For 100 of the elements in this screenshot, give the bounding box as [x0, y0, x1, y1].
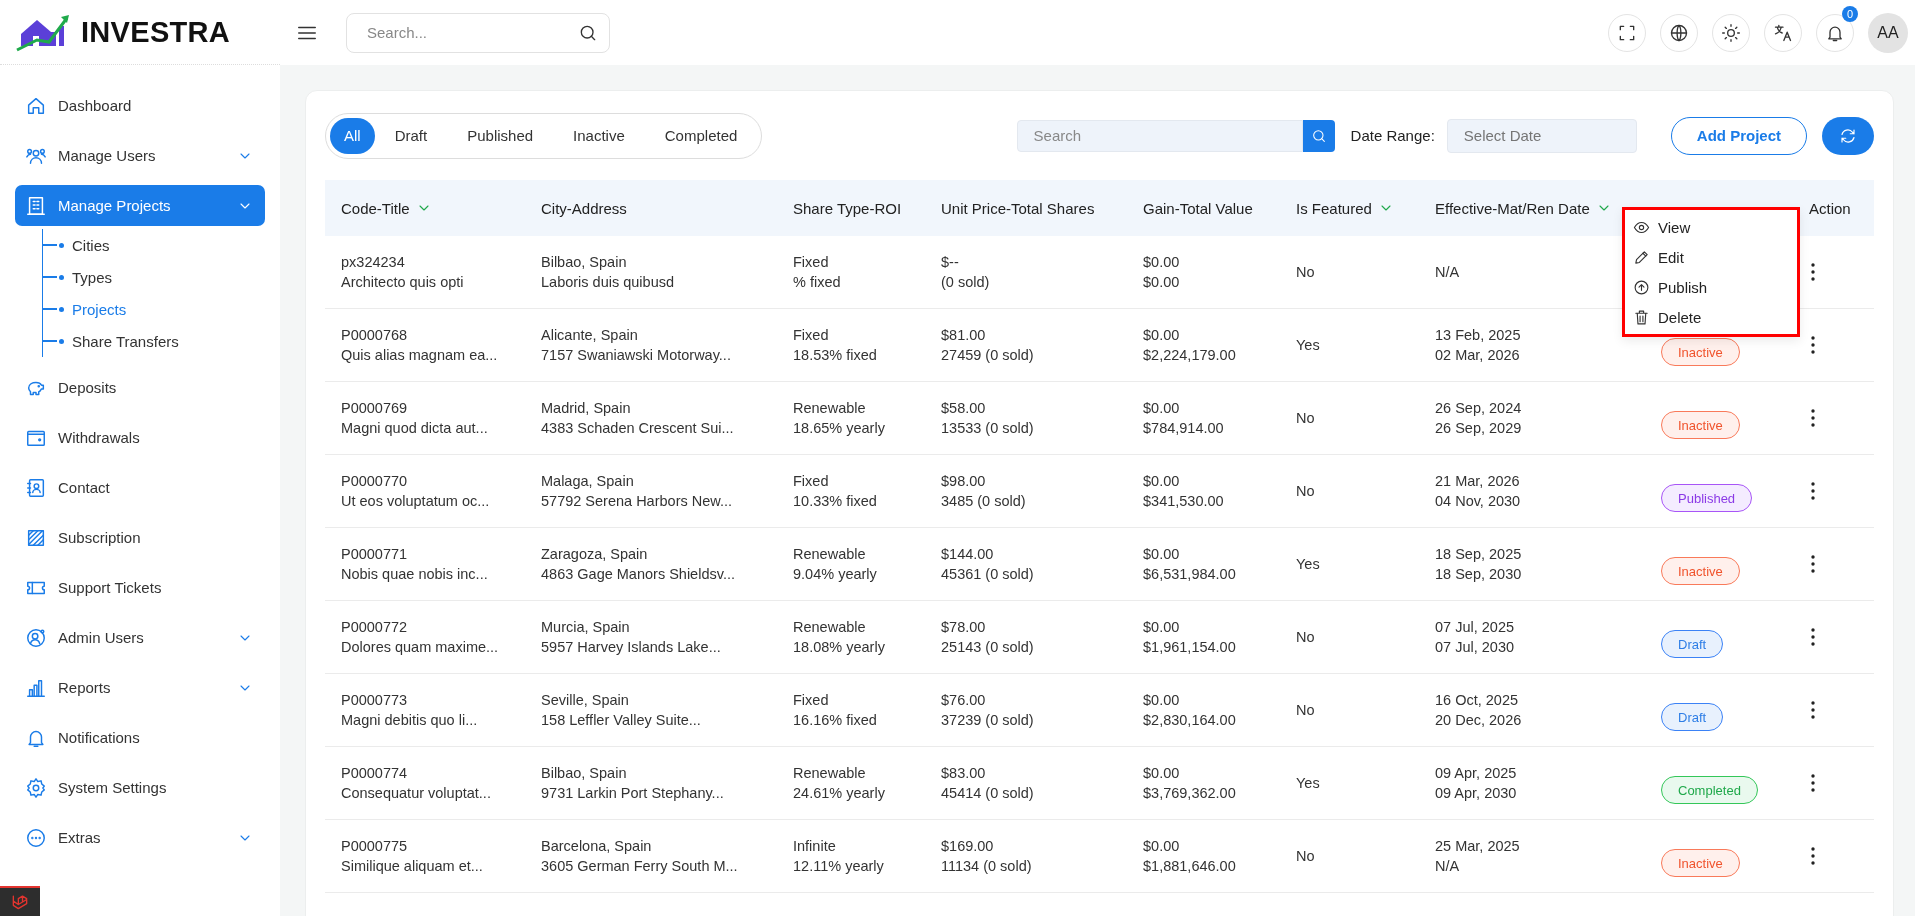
search-field[interactable]: Search: [1016, 119, 1303, 152]
table-cell-text: 02 Mar, 2026: [1435, 347, 1521, 363]
cube-icon: [10, 892, 30, 912]
sidebar-item[interactable]: Deposits: [15, 367, 265, 408]
menu-item[interactable]: Delete: [1625, 302, 1797, 332]
globe-icon: [1669, 22, 1689, 43]
submenu-item[interactable]: Share Transfers: [43, 325, 265, 357]
sidebar-item[interactable]: Manage Projects: [15, 185, 265, 226]
table-cell-text: Yes: [1296, 556, 1321, 572]
table-cell-text: $0.00: [1143, 838, 1181, 854]
table-cell-text: $1,961,154.00: [1143, 639, 1237, 655]
sidebar-item[interactable]: Support Tickets: [15, 567, 265, 608]
sun-button[interactable]: [1712, 13, 1750, 52]
table-cell-text: P0000769: [341, 400, 409, 416]
table-cell-text: 13 Feb, 2025: [1435, 327, 1522, 343]
status-tab[interactable]: Draft: [374, 117, 448, 154]
debug-bar-button[interactable]: [0, 886, 40, 916]
notification-count: 0: [1842, 5, 1858, 22]
table-cell-text: $0.00: [1143, 473, 1181, 489]
table-cell-text: Similique aliquam et...: [341, 858, 484, 874]
table-cell-text: No: [1296, 848, 1316, 864]
status-tab[interactable]: All: [330, 117, 375, 154]
column-header: Gain-Total Value: [1142, 199, 1254, 217]
search-field[interactable]: Search...: [346, 12, 610, 53]
table-cell-text: 07 Jul, 2030: [1435, 639, 1515, 655]
table-cell-text: $0.00: [1143, 254, 1181, 270]
building-icon: [25, 194, 47, 217]
table-cell-text: $341,530.00: [1143, 493, 1225, 509]
table-cell-text: $2,830,164.00: [1143, 712, 1237, 728]
submenu-item[interactable]: Types: [43, 261, 265, 293]
sidebar-item[interactable]: Reports: [15, 667, 265, 708]
sidebar-item[interactable]: Notifications: [15, 717, 265, 758]
add-project-button[interactable]: Add Project: [1670, 116, 1807, 155]
submenu-item[interactable]: Projects: [43, 293, 265, 325]
table-cell-text: 18 Sep, 2030: [1435, 566, 1523, 582]
table-cell-text: $0.00: [1143, 327, 1181, 343]
table-cell-text: No: [1296, 629, 1316, 645]
table-cell-text: $3,769,362.00: [1143, 785, 1237, 801]
refresh-button[interactable]: [1822, 116, 1874, 155]
table-cell-text: Yes: [1296, 337, 1321, 353]
column-header[interactable]: Is Featured: [1280, 199, 1419, 217]
table-cell-text: $0.00: [1143, 619, 1181, 635]
status-badge: Inactive: [1661, 338, 1740, 366]
date-field[interactable]: Select Date: [1446, 118, 1637, 153]
table-cell-text: $169.00: [941, 838, 995, 854]
table-cell-text: 18 Sep, 2025: [1435, 546, 1523, 562]
sidebar-item[interactable]: Subscription: [15, 517, 265, 558]
table-cell-text: 158 Leffler Valley Suite...: [541, 712, 702, 728]
table-cell-text: 4863 Gage Manors Shieldsv...: [541, 566, 736, 582]
search-icon: [1310, 127, 1327, 144]
table-cell-text: Laboris duis quibusd: [541, 274, 675, 290]
menu-item[interactable]: Publish: [1625, 272, 1797, 302]
user-gear-icon: [25, 626, 47, 649]
search-button[interactable]: [1302, 119, 1335, 152]
table-cell-text: Fixed: [793, 327, 830, 343]
more-icon: [25, 826, 47, 849]
status-tab[interactable]: Completed: [644, 117, 758, 154]
refresh-icon: [1839, 126, 1857, 145]
sidebar-item[interactable]: Extras: [15, 817, 265, 858]
table-cell-text: Nobis quae nobis inc...: [341, 566, 489, 582]
sidebar-item[interactable]: Withdrawals: [15, 417, 265, 458]
status-tab[interactable]: Published: [447, 117, 554, 154]
table-cell-text: 25 Mar, 2025: [1435, 838, 1521, 854]
table-cell-text: 37239 (0 sold): [941, 712, 1035, 728]
table-cell-text: 12.11% yearly: [793, 858, 885, 874]
table-cell-text: 21 Mar, 2026: [1435, 473, 1521, 489]
table-cell-text: No: [1296, 264, 1316, 280]
table-cell-text: $2,224,179.00: [1143, 347, 1237, 363]
table-cell-text: Renewable: [793, 400, 867, 416]
sidebar-item[interactable]: Contact: [15, 467, 265, 508]
sidebar-item[interactable]: Dashboard: [15, 85, 265, 126]
translate-button[interactable]: [1764, 13, 1802, 52]
sidebar-item[interactable]: Admin Users: [15, 617, 265, 658]
table-cell-text: P0000772: [341, 619, 409, 635]
table-cell-text: Bilbao, Spain: [541, 765, 628, 781]
table-cell-text: 45414 (0 sold): [941, 785, 1035, 801]
sidebar-item[interactable]: System Settings: [15, 767, 265, 808]
sidebar-item[interactable]: Manage Users: [15, 135, 265, 176]
status-badge: Inactive: [1661, 557, 1740, 585]
status-badge: Draft: [1661, 630, 1724, 658]
date-range-label: Date Range:: [1350, 127, 1435, 144]
menu-item[interactable]: Edit: [1625, 242, 1797, 272]
table-cell-text: Madrid, Spain: [541, 400, 632, 416]
table-cell-text: $0.00: [1143, 546, 1181, 562]
status-tab[interactable]: Inactive: [553, 117, 645, 154]
sun-icon: [1721, 22, 1741, 43]
status-badge: Completed: [1661, 776, 1758, 804]
table-cell-text: Infinite: [793, 838, 837, 854]
globe-button[interactable]: [1660, 13, 1698, 52]
submenu-item[interactable]: Cities: [43, 229, 265, 261]
avatar[interactable]: AA: [1868, 12, 1908, 53]
more-vertical-icon: [1811, 847, 1815, 865]
more-vertical-icon: [1811, 482, 1815, 500]
table-cell-text: P0000768: [341, 327, 409, 343]
table-cell-text: Renewable: [793, 619, 867, 635]
table-cell-text: 13533 (0 sold): [941, 420, 1035, 436]
more-vertical-icon: [1811, 628, 1815, 646]
more-vertical-icon: [1811, 701, 1815, 719]
table-cell-text: 07 Jul, 2025: [1435, 619, 1515, 635]
column-header[interactable]: Code-Title: [325, 199, 525, 217]
